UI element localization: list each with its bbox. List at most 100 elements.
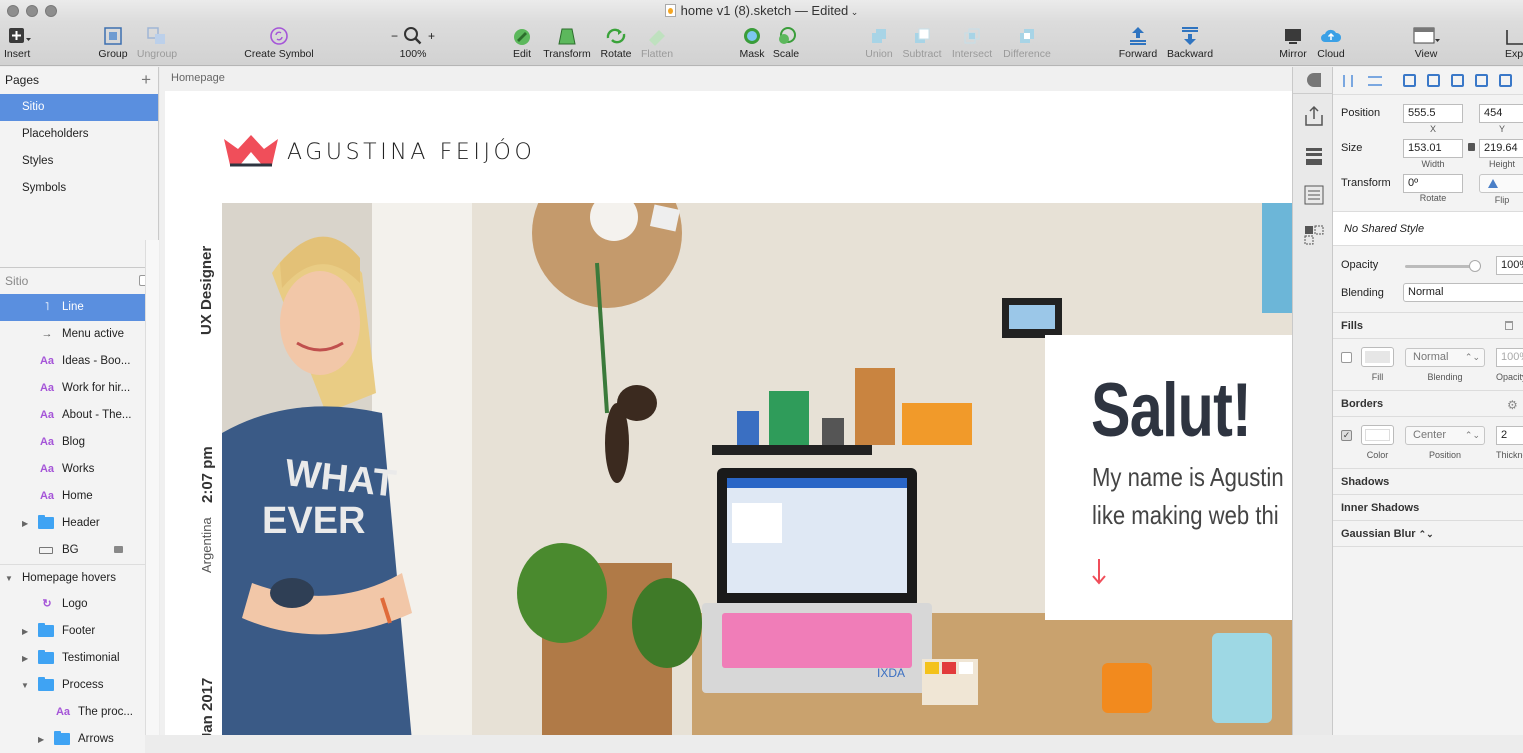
zoom-control[interactable]: − + 100% (385, 24, 441, 60)
position-x-input[interactable]: 555.5 (1403, 104, 1463, 123)
backward-button[interactable]: Backward (1165, 24, 1215, 60)
subtract-button[interactable]: Subtract (900, 24, 944, 60)
component-icon[interactable] (1303, 224, 1325, 246)
distribute-horizontal-icon[interactable] (1343, 75, 1353, 87)
canvas[interactable]: Homepage AGUSTINA FEIJÓO UX Designer 2:0… (160, 67, 1292, 735)
forward-button[interactable]: Forward (1117, 24, 1159, 60)
rotate-button[interactable]: Rotate (598, 24, 634, 60)
export-button[interactable]: Exp (1505, 24, 1523, 60)
border-thickness-input[interactable]: 2 (1496, 426, 1523, 445)
gear-icon[interactable]: ⚙ (1507, 398, 1518, 412)
layers-scrollbar[interactable] (145, 240, 159, 735)
layer-work-for-hire[interactable]: Aa Work for hir... (0, 375, 145, 402)
disclosure-right-icon[interactable]: ▶ (22, 645, 28, 672)
layer-about[interactable]: Aa About - The... (0, 402, 145, 429)
page-item-sitio[interactable]: Sitio (0, 94, 158, 121)
inner-shadows-header[interactable]: Inner Shadows (1341, 502, 1419, 514)
layer-blog[interactable]: Aa Blog (0, 429, 145, 456)
trash-icon[interactable] (1505, 321, 1513, 330)
minimize-window-button[interactable] (26, 5, 38, 17)
disclosure-down-icon[interactable]: ▼ (21, 672, 29, 699)
edit-button[interactable]: Edit (510, 24, 534, 60)
align-tab-icon[interactable] (1307, 73, 1321, 87)
disclosure-down-icon[interactable]: ▼ (5, 565, 13, 591)
layer-list-icon[interactable] (1303, 184, 1325, 206)
opacity-slider-knob[interactable] (1469, 260, 1481, 272)
layer-line[interactable]: ˥ Line (0, 294, 145, 321)
fill-opacity-input[interactable]: 100% (1496, 348, 1523, 367)
salut-card[interactable]: Salut! My name is Agustin like making we… (1045, 335, 1292, 620)
fill-blending-select[interactable]: Normal ⌃⌄ (1405, 348, 1485, 367)
lock-ratio-icon[interactable] (1468, 143, 1475, 151)
title-menu-chevron-icon[interactable]: ⌄ (848, 7, 859, 17)
close-window-button[interactable] (7, 5, 19, 17)
disclosure-right-icon[interactable]: ▶ (38, 726, 44, 753)
group-button[interactable]: Group (97, 24, 129, 60)
artboard-homepage[interactable]: AGUSTINA FEIJÓO UX Designer 2:07 pm Arge… (165, 91, 1292, 735)
page-item-symbols[interactable]: Symbols (0, 175, 158, 202)
align-middle-icon[interactable] (1499, 74, 1512, 87)
salut-heading[interactable]: Salut! (1091, 371, 1252, 451)
page-item-styles[interactable]: Styles (0, 148, 158, 175)
rotate-input[interactable]: 0º (1403, 174, 1463, 193)
shadows-header[interactable]: Shadows (1341, 476, 1389, 488)
mask-button[interactable]: Mask (738, 24, 766, 60)
distribute-vertical-icon[interactable] (1368, 76, 1382, 86)
union-button[interactable]: Union (863, 24, 895, 60)
layer-the-process[interactable]: Aa The proc... (0, 699, 145, 726)
page-item-placeholders[interactable]: Placeholders (0, 121, 158, 148)
view-button[interactable]: View (1408, 24, 1444, 60)
align-top-icon[interactable] (1475, 74, 1488, 87)
logo-text[interactable]: AGUSTINA FEIJÓO (287, 140, 535, 165)
cloud-button[interactable]: Cloud (1314, 24, 1348, 60)
layer-testimonial-group[interactable]: ▶ Testimonial (0, 645, 145, 672)
scale-button[interactable]: Scale (771, 24, 801, 60)
lock-icon[interactable] (114, 546, 123, 553)
arrow-down-icon[interactable] (1091, 558, 1107, 586)
width-input[interactable]: 153.01 (1403, 139, 1463, 158)
shared-style-select[interactable]: No Shared Style (1333, 212, 1523, 246)
flip-control[interactable] (1479, 174, 1523, 193)
flatten-button[interactable]: Flatten (638, 24, 676, 60)
disclosure-right-icon[interactable]: ▶ (22, 618, 28, 645)
opacity-slider[interactable] (1405, 260, 1481, 272)
insert-button[interactable]: Insert (4, 24, 34, 60)
layer-home[interactable]: Aa Home (0, 483, 145, 510)
align-center-icon[interactable] (1427, 74, 1440, 87)
align-right-icon[interactable] (1451, 74, 1464, 87)
intersect-button[interactable]: Intersect (950, 24, 994, 60)
share-icon[interactable] (1303, 105, 1325, 127)
layer-bg[interactable]: BG (0, 537, 145, 564)
zoom-out-button[interactable]: − (391, 29, 398, 43)
mirror-button[interactable]: Mirror (1277, 24, 1309, 60)
layer-arrows-group[interactable]: ▶ Arrows (0, 726, 145, 753)
zoom-in-button[interactable]: + (428, 29, 435, 43)
disclosure-right-icon[interactable]: ▶ (22, 510, 28, 537)
zoom-window-button[interactable] (45, 5, 57, 17)
text-style-icon[interactable] (1303, 145, 1325, 167)
layer-footer-group[interactable]: ▶ Footer (0, 618, 145, 645)
difference-button[interactable]: Difference (1001, 24, 1053, 60)
gaussian-blur-select[interactable]: Gaussian Blur ⌃⌄ (1341, 528, 1434, 540)
layer-header-group[interactable]: ▶ Header (0, 510, 145, 537)
fill-enabled-checkbox[interactable] (1341, 352, 1352, 363)
border-color-swatch[interactable] (1361, 425, 1394, 445)
layer-process-group[interactable]: ▼ Process (0, 672, 145, 699)
layer-logo[interactable]: ↻ Logo (0, 591, 145, 618)
artboard-homepage-hovers[interactable]: ▼ Homepage hovers (0, 564, 145, 591)
flip-horizontal-icon[interactable] (1488, 179, 1498, 188)
artboard-label[interactable]: Homepage (171, 72, 225, 84)
layer-menu-active[interactable]: → Menu active (0, 321, 145, 348)
border-position-select[interactable]: Center ⌃⌄ (1405, 426, 1485, 445)
opacity-input[interactable]: 100% (1496, 256, 1523, 275)
layer-works[interactable]: Aa Works (0, 456, 145, 483)
add-page-button[interactable]: + (141, 66, 151, 93)
fill-color-swatch[interactable] (1361, 347, 1394, 367)
blending-select[interactable]: Normal (1403, 283, 1523, 302)
height-input[interactable]: 219.64 (1479, 139, 1523, 158)
layer-ideas[interactable]: Aa Ideas - Boo... (0, 348, 145, 375)
align-left-icon[interactable] (1403, 74, 1416, 87)
position-y-input[interactable]: 454 (1479, 104, 1523, 123)
ungroup-button[interactable]: Ungroup (136, 24, 178, 60)
border-enabled-checkbox[interactable]: ✓ (1341, 430, 1352, 441)
